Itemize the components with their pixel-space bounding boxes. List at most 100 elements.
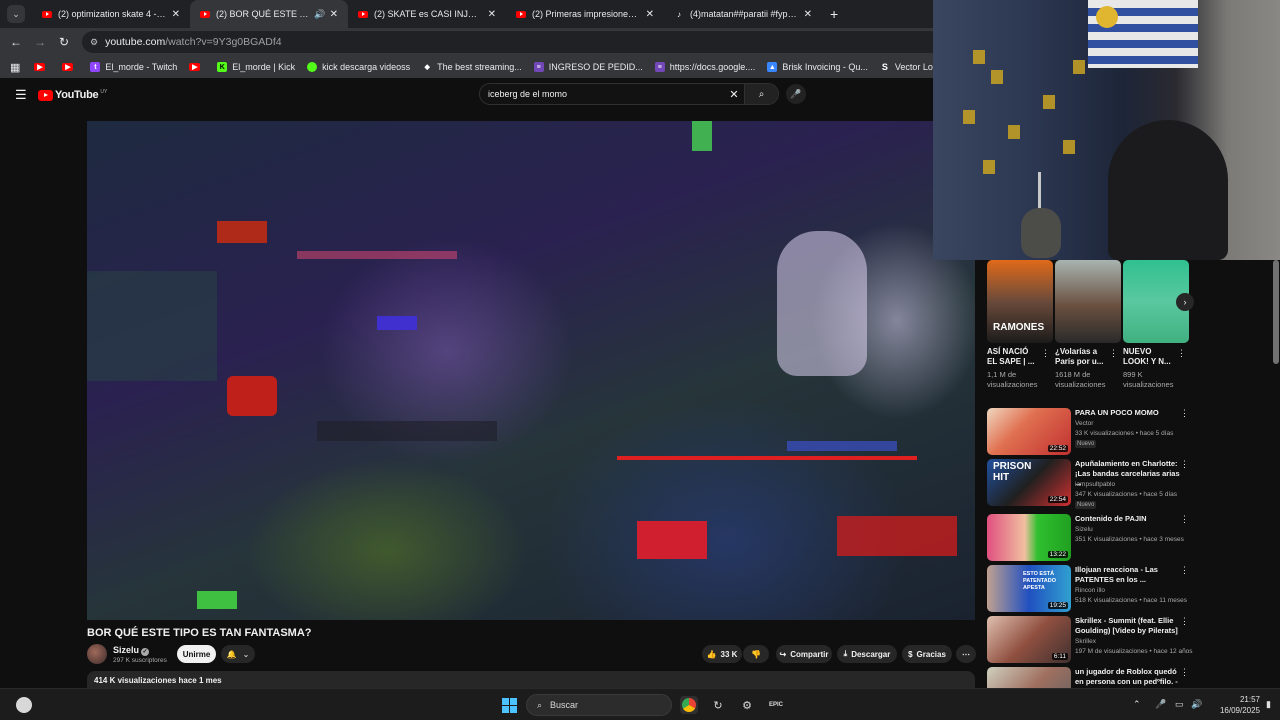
more-icon[interactable]: ⋮ (1177, 348, 1186, 359)
taskbar-search-placeholder: Buscar (550, 700, 579, 710)
channel-name[interactable]: Sizelu (1075, 526, 1093, 533)
search-button[interactable]: ⌕ (744, 84, 778, 104)
recommended-video[interactable]: 6:11 Skrillex - Summit (feat. Ellie Goul… (987, 616, 1197, 664)
tab-2[interactable]: (2) BOR QUÉ ESTE TIPO ES TAN FANTASMA? 🔊… (190, 0, 348, 28)
download-button[interactable]: ⤓ Descargar (837, 645, 897, 663)
tab-1[interactable]: (2) optimization skate 4 - YouTube ✕ (32, 0, 190, 28)
tab-3[interactable]: (2) SKATE es CASI INJUGABLE en... ✕ (348, 0, 506, 28)
bookmark-kick[interactable]: K El_morde | Kick (217, 62, 295, 72)
recommended-video[interactable]: 22:52 PARA UN POCO MOMO Vector 33 K visu… (987, 408, 1197, 456)
channel-name[interactable]: Rincon illo (1075, 587, 1105, 594)
more-icon[interactable]: ⋮ (1180, 408, 1189, 419)
video-title[interactable]: Illojuan reacciona - Las PATENTES en los… (1075, 565, 1181, 584)
more-actions-button[interactable]: ⋯ (956, 645, 976, 663)
taskbar-search[interactable]: ⌕ Buscar (526, 694, 672, 716)
site-info-icon[interactable]: ⚙ (90, 37, 98, 48)
thanks-button[interactable]: $ Gracias (902, 645, 952, 663)
more-icon[interactable]: ⋮ (1180, 459, 1189, 470)
close-icon[interactable]: ✕ (330, 9, 338, 20)
more-icon[interactable]: ⋮ (1041, 348, 1050, 359)
video-thumbnail[interactable]: ESTO ESTÁ PATENTADO APESTA 19:25 (987, 565, 1071, 612)
short-thumbnail[interactable]: RAMONES (987, 260, 1053, 343)
channel-name[interactable]: Vector (1075, 420, 1093, 427)
voice-search-button[interactable]: 🎤 (786, 84, 806, 104)
video-thumbnail[interactable]: PRISON HIT 22:54 (987, 459, 1071, 506)
microphone-icon[interactable]: 🎤 (1155, 699, 1166, 710)
new-tab-button[interactable]: + (830, 6, 838, 22)
reload-button[interactable]: ↻ (52, 35, 76, 49)
recommended-video[interactable]: PRISON HIT 22:54 Apuñalamiento en Charlo… (987, 459, 1197, 509)
speaker-icon[interactable]: 🔊 (314, 9, 325, 20)
bookmark-youtube-1[interactable]: ▶ (34, 63, 50, 71)
more-icon[interactable]: ⋮ (1109, 348, 1118, 359)
chevron-up-icon[interactable]: ⌃ (1133, 699, 1141, 710)
bookmark-twitch[interactable]: t El_morde - Twitch (90, 62, 177, 72)
apps-grid-icon[interactable]: ▦ (10, 61, 20, 74)
app-with-notification[interactable]: ↻ (709, 696, 727, 714)
bookmark-youtube-3[interactable]: ▶ (189, 63, 205, 71)
video-title[interactable]: Contenido de PAJIN (1075, 514, 1181, 524)
join-button[interactable]: Unirme (177, 645, 216, 663)
short-thumbnail[interactable] (1055, 260, 1121, 343)
video-thumbnail[interactable]: 6:11 (987, 616, 1071, 663)
system-clock[interactable]: 21:57 16/09/2025 (1212, 694, 1260, 716)
address-bar[interactable]: ⚙ youtube.com/watch?v=9Y3g0BGADf4 (82, 31, 942, 53)
chrome-app[interactable] (680, 696, 698, 714)
start-button[interactable] (502, 698, 517, 713)
bookmark-ingreso[interactable]: ≡ INGRESO DE PEDID... (533, 62, 643, 72)
forward-button[interactable]: → (28, 35, 52, 49)
video-title[interactable]: Skrillex - Summit (feat. Ellie Goulding)… (1075, 616, 1181, 635)
more-icon[interactable]: ⋮ (1180, 667, 1189, 678)
more-icon[interactable]: ⋮ (1180, 616, 1189, 627)
like-button[interactable]: 👍 33 K (702, 645, 742, 663)
close-icon[interactable]: ✕ (804, 9, 812, 20)
close-icon[interactable]: ✕ (488, 9, 496, 20)
volume-icon[interactable]: 🔊 (1191, 699, 1202, 710)
bookmark-kick-download[interactable]: kick descarga videoss (307, 62, 410, 72)
recommended-video[interactable]: ESTO ESTÁ PATENTADO APESTA 19:25 Illojua… (987, 565, 1197, 613)
back-button[interactable]: ← (4, 35, 28, 49)
bookmark-brisk[interactable]: ▲ Brisk Invoicing - Qu... (767, 62, 868, 72)
tab-5[interactable]: ♪ (4)matatan##paratii #fyp #ome... ✕ (664, 0, 822, 28)
youtube-logo[interactable]: YouTube UY (38, 89, 107, 101)
short-title[interactable]: NUEVO LOOK! Y N... (1123, 347, 1175, 367)
description-box[interactable]: 414 K visualizaciones hace 1 mes (87, 671, 975, 689)
bookmark-streaming[interactable]: ◆ The best streaming... (422, 62, 521, 72)
video-thumbnail[interactable]: 22:52 (987, 408, 1071, 455)
bookmark-youtube-2[interactable]: ▶ (62, 63, 78, 71)
network-icon[interactable]: ▭ (1175, 699, 1184, 710)
video-thumbnail[interactable]: 13:22 (987, 514, 1071, 561)
dislike-button[interactable]: 👎 (743, 645, 769, 663)
shorts-next-button[interactable]: › (1176, 293, 1194, 311)
bookmark-docs[interactable]: ≡ https://docs.google.... (654, 62, 755, 72)
more-icon[interactable]: ⋮ (1180, 514, 1189, 525)
close-icon[interactable]: ✕ (646, 9, 654, 20)
video-player[interactable] (87, 121, 975, 620)
menu-icon[interactable]: ☰ (15, 87, 27, 103)
channel-name[interactable]: Sizelu (113, 645, 139, 655)
steam-app[interactable]: ⚙ (738, 696, 756, 714)
clear-search-icon[interactable]: ✕ (724, 88, 744, 101)
notification-center-icon[interactable]: ▮ (1266, 699, 1271, 710)
search-input[interactable]: iceberg de el momo (480, 89, 724, 99)
notification-button[interactable]: 🔔 ⌄ (221, 645, 255, 663)
channel-name[interactable]: Skrillex (1075, 638, 1096, 645)
share-button[interactable]: ↪ Compartir (776, 645, 832, 663)
video-title[interactable]: PARA UN POCO MOMO (1075, 408, 1181, 418)
channel-name-row[interactable]: Sizelu ✓ (113, 645, 150, 656)
channel-name[interactable]: iampsultpablo (1075, 481, 1115, 488)
close-icon[interactable]: ✕ (172, 9, 180, 20)
recommended-video[interactable]: un jugador de Roblox quedó en persona co… (987, 667, 1197, 688)
more-icon[interactable]: ⋮ (1180, 565, 1189, 576)
channel-avatar[interactable] (87, 644, 107, 664)
short-title[interactable]: ASÍ NACIÓ EL SAPE | ... (987, 347, 1039, 367)
video-thumbnail[interactable] (987, 667, 1071, 688)
epic-games-app[interactable]: EPIC (767, 696, 785, 714)
tab-search-button[interactable]: ⌄ (7, 5, 25, 23)
recommended-video[interactable]: 13:22 Contenido de PAJIN Sizelu 351 K vi… (987, 514, 1197, 562)
weather-icon[interactable] (16, 697, 32, 713)
video-title[interactable]: un jugador de Roblox quedó en persona co… (1075, 667, 1181, 688)
tab-4[interactable]: (2) Primeras impresiones de Mi... ✕ (506, 0, 664, 28)
page-scrollbar[interactable] (1273, 260, 1279, 364)
short-title[interactable]: ¿Volarías a París por u... (1055, 347, 1107, 367)
